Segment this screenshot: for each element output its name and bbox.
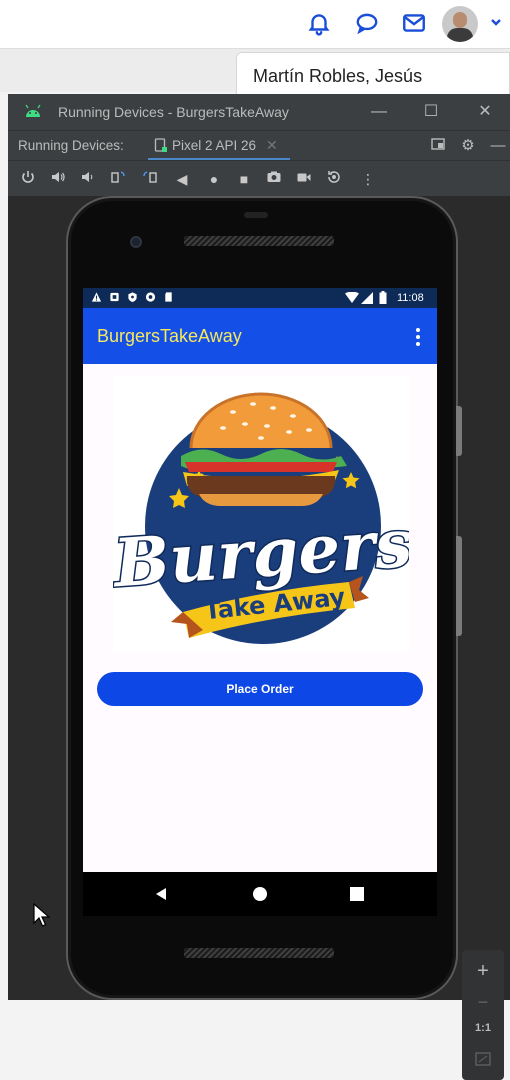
app-title: BurgersTakeAway xyxy=(97,326,242,346)
overview-nav-icon[interactable] xyxy=(347,884,367,904)
volume-down-icon[interactable] xyxy=(78,169,98,189)
record-icon[interactable] xyxy=(294,169,314,189)
tab-close-icon[interactable]: ✕ xyxy=(266,137,278,154)
running-devices-window: Running Devices - BurgersTakeAway — ☐ ✕ … xyxy=(8,94,510,1080)
volume-up-icon[interactable] xyxy=(48,169,68,189)
zoom-out-button[interactable]: − xyxy=(462,992,504,1013)
status-time: 11:08 xyxy=(397,292,424,304)
battery-icon xyxy=(379,291,387,304)
gear-icon[interactable]: ⚙ xyxy=(458,136,478,156)
shield-icon xyxy=(128,292,137,303)
actual-size-button[interactable]: 1:1 xyxy=(462,1022,504,1034)
bottom-speaker xyxy=(184,948,334,958)
tab-pixel-2[interactable]: Pixel 2 API 26 ✕ xyxy=(148,131,290,161)
home-nav-icon[interactable] xyxy=(250,884,270,904)
zoom-controls: + − 1:1 xyxy=(462,950,504,1080)
more-icon[interactable]: ⋮ xyxy=(358,169,378,189)
user-card[interactable]: Martín Robles, Jesús xyxy=(236,52,510,96)
notification-bar xyxy=(0,0,510,48)
app-bar: BurgersTakeAway xyxy=(83,308,437,364)
back-nav-icon[interactable] xyxy=(151,884,171,904)
mouse-cursor-icon xyxy=(33,903,50,927)
burgers-logo-image: Burgers Take Away xyxy=(108,376,416,652)
tabs-label: Running Devices: xyxy=(18,138,124,153)
power-side-button[interactable] xyxy=(456,406,462,456)
minimize-button[interactable]: — xyxy=(364,100,394,124)
chevron-down-icon[interactable] xyxy=(488,14,504,30)
emulator-area: 11:08 BurgersTakeAway Burgers Take Away … xyxy=(8,196,510,1080)
place-order-button[interactable]: Place Order xyxy=(97,672,423,706)
overview-icon[interactable]: ■ xyxy=(234,169,254,189)
android-icon xyxy=(25,104,41,117)
device-icon xyxy=(154,138,167,152)
chat-icon[interactable] xyxy=(354,10,380,36)
status-bar: 11:08 xyxy=(83,288,437,308)
wifi-icon xyxy=(345,292,359,303)
home-icon[interactable]: ● xyxy=(204,169,224,189)
top-speaker xyxy=(184,236,334,246)
maximize-button[interactable]: ☐ xyxy=(416,100,446,124)
device-toolbar: ◀ ● ■ ⋮ xyxy=(8,160,510,196)
signal-icon xyxy=(361,292,373,304)
avatar[interactable] xyxy=(442,6,478,42)
tab-label: Pixel 2 API 26 xyxy=(172,138,257,153)
sd-card-icon xyxy=(165,292,172,302)
circle-icon xyxy=(145,292,156,302)
fit-screen-icon[interactable] xyxy=(462,1050,504,1071)
warning-icon xyxy=(91,292,102,302)
zoom-in-button[interactable]: + xyxy=(462,960,504,983)
mail-icon[interactable] xyxy=(401,10,427,36)
tab-bar: Running Devices: Pixel 2 API 26 ✕ ⚙ — xyxy=(8,130,510,161)
camera-icon[interactable] xyxy=(264,169,284,189)
rotate-right-icon[interactable] xyxy=(140,169,160,189)
bell-icon[interactable] xyxy=(306,10,332,36)
title-bar: Running Devices - BurgersTakeAway — ☐ ✕ xyxy=(8,94,510,130)
power-icon[interactable] xyxy=(18,169,38,189)
window-title: Running Devices - BurgersTakeAway xyxy=(58,104,289,120)
notification-icon xyxy=(110,292,119,302)
layout-icon[interactable] xyxy=(428,136,448,156)
user-name: Martín Robles, Jesús xyxy=(253,66,423,86)
android-nav-bar xyxy=(83,872,437,916)
snapshot-icon[interactable] xyxy=(324,169,344,189)
front-camera xyxy=(130,236,142,248)
hide-panel-icon[interactable]: — xyxy=(488,136,508,156)
device-screen[interactable]: 11:08 BurgersTakeAway Burgers Take Away … xyxy=(83,288,437,872)
overflow-menu-icon[interactable] xyxy=(413,326,423,348)
phone-frame: 11:08 BurgersTakeAway Burgers Take Away … xyxy=(66,196,462,1000)
back-icon[interactable]: ◀ xyxy=(172,169,192,189)
volume-side-button[interactable] xyxy=(456,536,462,636)
rotate-left-icon[interactable] xyxy=(108,169,128,189)
close-button[interactable]: ✕ xyxy=(470,100,500,124)
